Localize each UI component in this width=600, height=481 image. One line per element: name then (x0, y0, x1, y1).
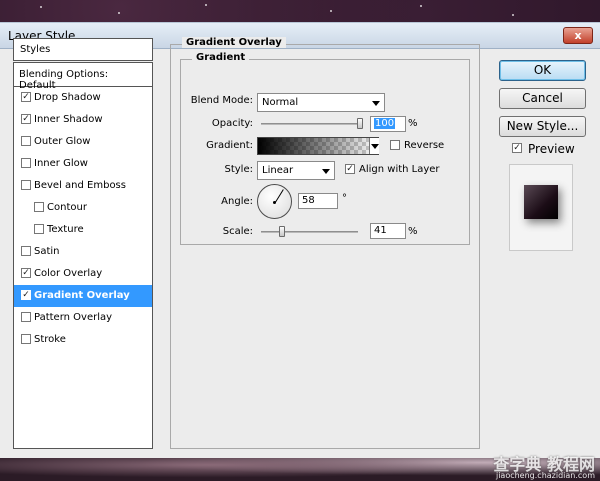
blending-options-item[interactable]: Blending Options: Default (14, 63, 152, 91)
style-item-inner-shadow[interactable]: ✓ Inner Shadow (14, 109, 152, 131)
chevron-down-icon (322, 169, 330, 174)
preview-square (524, 185, 558, 219)
align-with-layer-label: Align with Layer (359, 164, 440, 175)
style-item-outer-glow[interactable]: Outer Glow (14, 131, 152, 153)
style-item-label: Inner Glow (34, 158, 88, 169)
style-item-label: Satin (34, 246, 60, 257)
style-item-checkbox[interactable] (21, 334, 31, 344)
style-item-checkbox[interactable]: ✓ (21, 92, 31, 102)
style-item-inner-glow[interactable]: Inner Glow (14, 153, 152, 175)
reverse-checkbox[interactable] (390, 140, 400, 150)
angle-unit: ° (342, 193, 347, 204)
chevron-down-icon (372, 101, 380, 106)
opacity-label: Opacity: (211, 118, 253, 129)
style-item-label: Contour (47, 202, 87, 213)
star (205, 4, 207, 6)
style-item-checkbox[interactable]: ✓ (21, 290, 31, 300)
star (512, 14, 514, 16)
style-item-label: Gradient Overlay (34, 290, 130, 301)
style-item-pattern-overlay[interactable]: Pattern Overlay (14, 307, 152, 329)
style-item-checkbox[interactable] (21, 246, 31, 256)
angle-dial[interactable] (257, 184, 292, 219)
angle-input[interactable]: 58 (298, 193, 338, 209)
style-item-checkbox[interactable] (21, 180, 31, 190)
close-button[interactable]: x (563, 27, 593, 44)
style-item-checkbox[interactable]: ✓ (21, 268, 31, 278)
canvas-background-top (0, 0, 600, 22)
preview-label: Preview (528, 142, 575, 156)
reverse-label: Reverse (404, 140, 445, 151)
preview-checkbox[interactable]: ✓ (512, 143, 522, 153)
blend-mode-select[interactable]: Normal (257, 93, 385, 112)
scale-label: Scale: (222, 226, 253, 237)
scale-unit: % (408, 226, 418, 237)
angle-label: Angle: (221, 196, 253, 207)
opacity-slider[interactable] (261, 123, 361, 125)
style-item-checkbox[interactable] (21, 158, 31, 168)
gradient-label: Gradient: (206, 140, 253, 151)
star (420, 5, 422, 7)
style-item-label: Pattern Overlay (34, 312, 113, 323)
style-item-drop-shadow[interactable]: ✓ Drop Shadow (14, 87, 152, 109)
angle-dial-needle (275, 189, 284, 203)
style-item-checkbox[interactable] (34, 224, 44, 234)
scale-slider[interactable] (261, 231, 358, 233)
preview-thumbnail (509, 164, 573, 251)
style-value: Linear (262, 165, 294, 176)
style-item-satin[interactable]: Satin (14, 241, 152, 263)
blend-mode-value: Normal (262, 97, 299, 108)
group-title: Gradient (192, 52, 250, 63)
angle-value: 58 (302, 195, 315, 206)
style-item-label: Drop Shadow (34, 92, 101, 103)
star (330, 10, 332, 12)
style-item-label: Outer Glow (34, 136, 91, 147)
style-select[interactable]: Linear (257, 161, 335, 180)
new-style-button[interactable]: New Style... (499, 116, 586, 137)
star (40, 6, 42, 8)
gradient-picker[interactable] (257, 137, 379, 155)
style-item-color-overlay[interactable]: ✓ Color Overlay (14, 263, 152, 285)
style-item-contour[interactable]: Contour (14, 197, 152, 219)
style-item-checkbox[interactable] (21, 312, 31, 322)
style-label: Style: (224, 164, 254, 175)
style-item-texture[interactable]: Texture (14, 219, 152, 241)
style-item-gradient-overlay[interactable]: ✓ Gradient Overlay (14, 285, 152, 307)
style-item-bevel-and-emboss[interactable]: Bevel and Emboss (14, 175, 152, 197)
ok-button[interactable]: OK (499, 60, 586, 81)
style-item-label: Texture (47, 224, 84, 235)
style-item-checkbox[interactable]: ✓ (21, 114, 31, 124)
opacity-input[interactable]: 100 (370, 116, 406, 132)
scale-value: 41 (374, 225, 387, 236)
style-item-label: Color Overlay (34, 268, 103, 279)
style-item-label: Bevel and Emboss (34, 180, 126, 191)
opacity-unit: % (408, 118, 418, 129)
style-item-label: Inner Shadow (34, 114, 103, 125)
star (118, 12, 120, 14)
section-title: Gradient Overlay (182, 37, 286, 48)
opacity-slider-thumb[interactable] (357, 118, 363, 129)
style-item-label: Stroke (34, 334, 66, 345)
gradient-dropdown-button[interactable] (369, 138, 379, 154)
align-with-layer-checkbox[interactable]: ✓ (345, 164, 355, 174)
style-item-stroke[interactable]: Stroke (14, 329, 152, 351)
opacity-value: 100 (374, 118, 396, 129)
style-item-checkbox[interactable] (21, 136, 31, 146)
blend-mode-label: Blend Mode: (190, 95, 253, 106)
watermark-url: jiaocheng.chazidian.com (495, 471, 595, 480)
styles-header[interactable]: Styles (13, 38, 153, 61)
scale-input[interactable]: 41 (370, 223, 406, 239)
scale-slider-thumb[interactable] (278, 226, 285, 237)
style-item-checkbox[interactable] (34, 202, 44, 212)
cancel-button[interactable]: Cancel (499, 88, 586, 109)
styles-list: Blending Options: Default ✓ Drop Shadow ✓ I… (13, 62, 153, 449)
